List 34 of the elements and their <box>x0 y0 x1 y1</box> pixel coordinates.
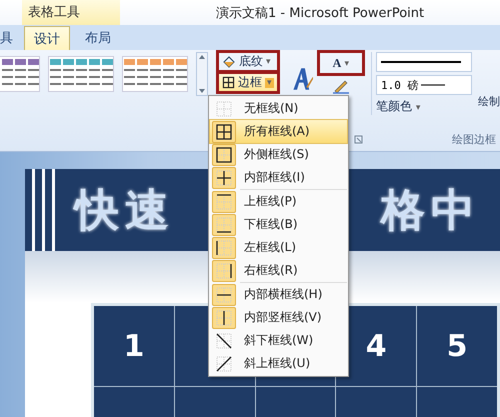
slide-title: 格中 <box>381 184 481 238</box>
menu-item[interactable]: 左框线(L) <box>210 236 347 259</box>
menu-item[interactable]: 无框线(N) <box>210 97 347 120</box>
menu-item[interactable]: 内部横框线(H) <box>210 283 347 306</box>
ribbon-tab[interactable]: 布局 <box>76 26 120 50</box>
borders-button[interactable]: 边框 ▾ <box>218 73 278 92</box>
group-label: 绘图边框 <box>452 132 496 147</box>
menu-item[interactable]: 所有框线(A) <box>210 120 347 143</box>
ribbon-tab[interactable]: 设计 <box>24 26 70 50</box>
shading-button[interactable]: 底纹 ▾ <box>218 52 278 71</box>
line-weight-dropdown[interactable]: 1.0 磅 <box>376 75 472 95</box>
grid-icon <box>222 76 235 89</box>
context-tab-label: 表格工具 <box>22 0 120 25</box>
menu-item[interactable]: 右框线(R) <box>210 259 347 282</box>
slide-title: 快速 <box>75 184 175 238</box>
draw-table-label[interactable]: 绘制 <box>478 94 500 109</box>
solid-line-icon <box>381 59 461 65</box>
ribbon-tab[interactable]: 具 <box>0 26 14 50</box>
menu-item[interactable]: 内部框线(I) <box>210 166 347 189</box>
pen-icon[interactable] <box>332 80 350 94</box>
pen-color-button[interactable]: 笔颜色 ▾ <box>376 98 472 115</box>
menu-item[interactable]: 下框线(B) <box>210 213 347 236</box>
gallery-scrollbar[interactable] <box>196 52 208 96</box>
window-title: 演示文稿1 - Microsoft PowerPoint <box>216 4 424 22</box>
table-style-thumbnail[interactable] <box>48 56 114 92</box>
table-style-thumbnail[interactable] <box>122 56 188 92</box>
paint-bucket-icon <box>222 56 236 68</box>
table-cell: 1 <box>92 304 174 386</box>
line-sample-icon <box>420 83 444 87</box>
line-style-dropdown[interactable] <box>376 52 472 72</box>
text-fill-button[interactable]: A ▾ <box>319 52 363 74</box>
menu-item[interactable]: 上框线(P) <box>210 190 347 213</box>
menu-item[interactable]: 外侧框线(S) <box>210 143 347 166</box>
dialog-launcher-icon[interactable] <box>354 135 363 144</box>
